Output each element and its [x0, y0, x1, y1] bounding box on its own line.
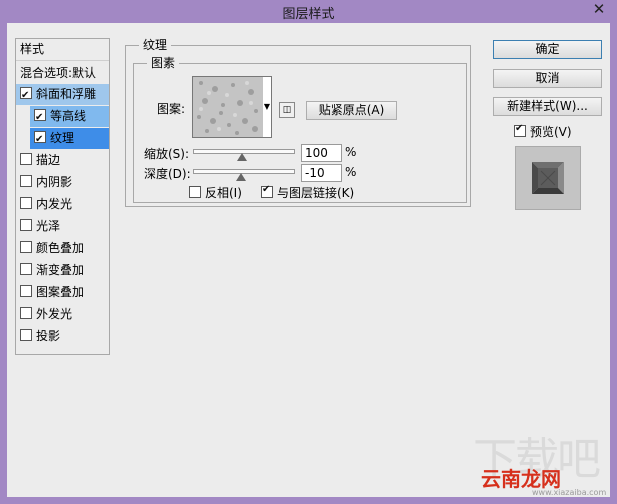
sidebar-item-satin[interactable]: 光泽 — [16, 216, 109, 237]
invert-label: 反相(I) — [205, 186, 242, 200]
close-icon[interactable]: ✕ — [587, 0, 611, 19]
ok-button[interactable]: 确定 — [493, 40, 602, 59]
sidebar-item-label: 内阴影 — [36, 175, 73, 189]
sidebar-item-contour[interactable]: 等高线 — [30, 106, 109, 128]
preview-label: 预览(V) — [530, 125, 572, 139]
sidebar-item-label: 光泽 — [36, 219, 61, 233]
sidebar-item-inner-glow[interactable]: 内发光 — [16, 194, 109, 215]
bevel-emboss-checkbox[interactable] — [20, 85, 32, 106]
window-title: 图层样式 — [282, 7, 335, 22]
preview-checkbox[interactable] — [514, 123, 526, 137]
dialog-body: 样式 混合选项:默认 斜面和浮雕 等高线 纹理 描边 内阴影 内发光 光泽 颜色… — [7, 23, 610, 497]
color-overlay-checkbox[interactable] — [20, 241, 32, 253]
sidebar-item-label: 渐变叠加 — [36, 263, 85, 277]
title-bar: 图层样式 ✕ — [0, 0, 617, 23]
pattern-dropdown-icon[interactable]: ▼ — [263, 76, 272, 138]
link-with-layer-checkbox[interactable] — [261, 184, 273, 198]
style-list-header-label: 样式 — [20, 42, 45, 56]
depth-label: 深度(D): — [144, 167, 191, 181]
pattern-overlay-checkbox[interactable] — [20, 285, 32, 297]
sidebar-item-label: 纹理 — [50, 131, 75, 145]
sidebar-item-label: 外发光 — [36, 307, 73, 321]
inner-shadow-checkbox[interactable] — [20, 175, 32, 187]
sidebar-item-drop-shadow[interactable]: 投影 — [16, 326, 109, 347]
sidebar-item-label: 混合选项:默认 — [20, 66, 97, 80]
gradient-overlay-checkbox[interactable] — [20, 263, 32, 275]
sidebar-item-color-overlay[interactable]: 颜色叠加 — [16, 238, 109, 259]
pattern-swatch[interactable] — [192, 76, 264, 138]
new-preset-icon[interactable]: ◫ — [279, 102, 295, 118]
sidebar-item-bevel-emboss[interactable]: 斜面和浮雕 — [16, 84, 109, 106]
link-with-layer-label: 与图层链接(K) — [277, 186, 355, 200]
depth-input[interactable]: -10 — [301, 164, 342, 182]
scale-slider-thumb[interactable] — [237, 153, 247, 161]
style-list-header: 样式 — [16, 39, 109, 61]
sidebar-item-label: 斜面和浮雕 — [36, 87, 97, 101]
sidebar-item-pattern-overlay[interactable]: 图案叠加 — [16, 282, 109, 303]
new-style-button[interactable]: 新建样式(W)... — [493, 97, 602, 116]
pattern-label: 图案: — [157, 102, 186, 116]
invert-option[interactable]: 反相(I) — [189, 184, 242, 201]
scale-label: 缩放(S): — [144, 147, 190, 161]
sidebar-item-blending-options[interactable]: 混合选项:默认 — [16, 63, 109, 84]
sidebar-item-label: 投影 — [36, 329, 61, 343]
pattern-texture-icon — [193, 77, 263, 137]
style-preview-thumbnail — [515, 146, 581, 210]
sidebar-item-texture[interactable]: 纹理 — [30, 128, 109, 150]
link-with-layer-option[interactable]: 与图层链接(K) — [261, 184, 354, 201]
stroke-checkbox[interactable] — [20, 153, 32, 165]
sidebar-item-label: 描边 — [36, 153, 61, 167]
cancel-button[interactable]: 取消 — [493, 69, 602, 88]
sidebar-item-stroke[interactable]: 描边 — [16, 150, 109, 171]
sidebar-item-label: 图案叠加 — [36, 285, 85, 299]
satin-checkbox[interactable] — [20, 219, 32, 231]
invert-checkbox[interactable] — [189, 186, 201, 198]
depth-percent: % — [345, 165, 357, 179]
texture-checkbox[interactable] — [34, 129, 46, 150]
drop-shadow-checkbox[interactable] — [20, 329, 32, 341]
elements-subgroup — [133, 63, 467, 203]
inner-glow-checkbox[interactable] — [20, 197, 32, 209]
watermark-url-text: www.xiazaiba.com — [532, 488, 607, 497]
style-list: 样式 混合选项:默认 斜面和浮雕 等高线 纹理 描边 内阴影 内发光 光泽 颜色… — [15, 38, 110, 355]
outer-glow-checkbox[interactable] — [20, 307, 32, 319]
preview-option[interactable]: 预览(V) — [514, 123, 572, 140]
sidebar-item-inner-shadow[interactable]: 内阴影 — [16, 172, 109, 193]
sidebar-item-label: 内发光 — [36, 197, 73, 211]
scale-input[interactable]: 100 — [301, 144, 342, 162]
sidebar-item-label: 等高线 — [50, 109, 87, 123]
elements-subgroup-title: 图素 — [147, 54, 180, 71]
depth-slider-thumb[interactable] — [236, 173, 246, 181]
preview-bevel-icon — [516, 147, 580, 209]
sidebar-item-outer-glow[interactable]: 外发光 — [16, 304, 109, 325]
contour-checkbox[interactable] — [34, 107, 46, 128]
scale-percent: % — [345, 145, 357, 159]
texture-group-title: 纹理 — [139, 36, 172, 53]
sidebar-item-label: 颜色叠加 — [36, 241, 85, 255]
sidebar-item-gradient-overlay[interactable]: 渐变叠加 — [16, 260, 109, 281]
snap-to-origin-button[interactable]: 贴紧原点(A) — [306, 101, 397, 120]
